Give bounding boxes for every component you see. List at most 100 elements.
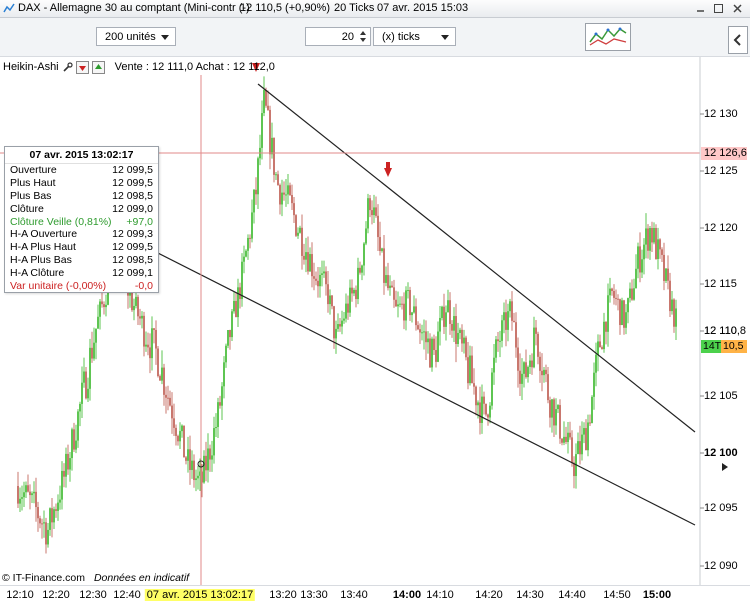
candle-body <box>103 304 105 308</box>
candle-body <box>359 267 361 273</box>
candle-body <box>183 425 185 458</box>
candle-body <box>239 287 241 300</box>
candle-body <box>347 303 349 313</box>
candle-body <box>669 280 671 312</box>
candle-body <box>83 371 85 383</box>
candle-body <box>269 109 271 155</box>
candle-body <box>51 508 53 523</box>
price-pointer-icon <box>722 463 728 471</box>
price-chart[interactable] <box>0 57 750 585</box>
price-tick-label: 12 120 <box>704 222 738 234</box>
expand-panel-button[interactable] <box>728 26 748 54</box>
candle-body <box>287 185 289 195</box>
buy-order-icon[interactable] <box>91 60 105 74</box>
stepper-arrows-icon[interactable] <box>359 30 367 43</box>
candle-body <box>453 316 455 331</box>
candle-body <box>617 298 619 300</box>
candle-body <box>633 288 635 300</box>
info-row-label: Clôture Veille (0,81%) <box>10 215 112 228</box>
info-row: Plus Bas 12 098,5 <box>5 190 158 203</box>
candle-body <box>153 328 155 330</box>
candle-body <box>363 243 365 266</box>
candle-body <box>261 113 263 148</box>
info-row-value: 12 099,1 <box>112 267 153 280</box>
price-tick-label: 12 105 <box>704 390 738 402</box>
wrench-icon[interactable] <box>62 61 73 73</box>
candle-body <box>567 432 569 443</box>
candle-body <box>483 396 485 404</box>
candle-body <box>549 400 551 418</box>
indicator-name: Heikin-Ashi <box>3 61 59 73</box>
candle-body <box>535 327 537 334</box>
candle-body <box>321 273 323 275</box>
candle-body <box>27 485 29 492</box>
maximize-icon[interactable] <box>713 3 724 14</box>
candle-body <box>365 228 367 244</box>
candle-body <box>663 254 665 281</box>
candle-body <box>311 254 313 277</box>
candle-body <box>497 339 499 342</box>
time-tick-label: 14:50 <box>603 589 631 601</box>
candle-body <box>301 227 303 256</box>
candle-body <box>137 296 139 317</box>
candle-body <box>323 271 325 274</box>
candle-body <box>587 422 589 451</box>
candle-body <box>133 305 135 311</box>
candle-body <box>469 355 471 384</box>
candle-body <box>175 427 177 436</box>
candle-body <box>335 328 337 339</box>
candle-body <box>657 239 659 260</box>
candle-body <box>165 394 167 398</box>
time-tick-label: 15:00 <box>642 589 672 601</box>
candle-body <box>147 344 149 348</box>
candle-body <box>267 105 269 110</box>
candle-body <box>509 301 511 312</box>
candle-body <box>645 228 647 245</box>
candle-body <box>555 409 557 426</box>
info-row-label: Clôture <box>10 202 44 215</box>
info-row: H-A Ouverture 12 099,3 <box>5 228 158 241</box>
candle-body <box>619 299 621 326</box>
window-title: DAX - Allemagne 30 au comptant (Mini-con… <box>18 2 250 14</box>
candle-body <box>237 287 239 318</box>
price-tick-label: 12 115 <box>704 278 737 290</box>
candle-body <box>303 255 305 260</box>
candle-body <box>597 341 599 355</box>
candle-body <box>181 425 183 432</box>
candle-body <box>97 316 99 329</box>
sell-order-icon[interactable] <box>75 60 89 74</box>
candle-body <box>171 405 173 419</box>
candle-body <box>653 228 655 243</box>
candle-body <box>561 438 563 443</box>
time-tick-label: 07 avr. 2015 13:02:17 <box>144 589 256 601</box>
chart-style-button[interactable] <box>585 23 631 51</box>
candle-body <box>455 316 457 344</box>
minimize-icon[interactable] <box>695 3 706 14</box>
candle-body <box>407 290 409 292</box>
candle-body <box>577 441 579 455</box>
ticks-stepper[interactable]: 20 <box>305 27 371 46</box>
candle-body <box>611 288 613 291</box>
candle-body <box>651 228 653 243</box>
info-panel-title: 07 avr. 2015 13:02:17 <box>5 149 158 164</box>
candle-body <box>55 509 57 511</box>
candle-body <box>29 491 31 496</box>
candle-body <box>289 185 291 195</box>
candle-body <box>357 267 359 300</box>
candle-body <box>637 246 639 269</box>
candle-body <box>281 192 283 205</box>
candle-body <box>531 360 533 368</box>
candle-body <box>223 362 225 387</box>
units-select[interactable]: 200 unités <box>96 27 176 46</box>
candle-body <box>255 189 257 195</box>
candle-body <box>187 449 189 461</box>
candle-body <box>99 301 101 317</box>
candle-body <box>47 529 49 545</box>
close-icon[interactable] <box>732 3 743 14</box>
ticks-unit-select[interactable]: (x) ticks <box>373 27 456 46</box>
price-tick-label: 12 125 <box>704 165 738 177</box>
candle-body <box>191 460 193 471</box>
candle-body <box>93 342 95 359</box>
chart-header: Heikin-Ashi Vente : 12 111,0 Achat : 12 … <box>0 59 275 75</box>
candle-body <box>101 301 103 305</box>
